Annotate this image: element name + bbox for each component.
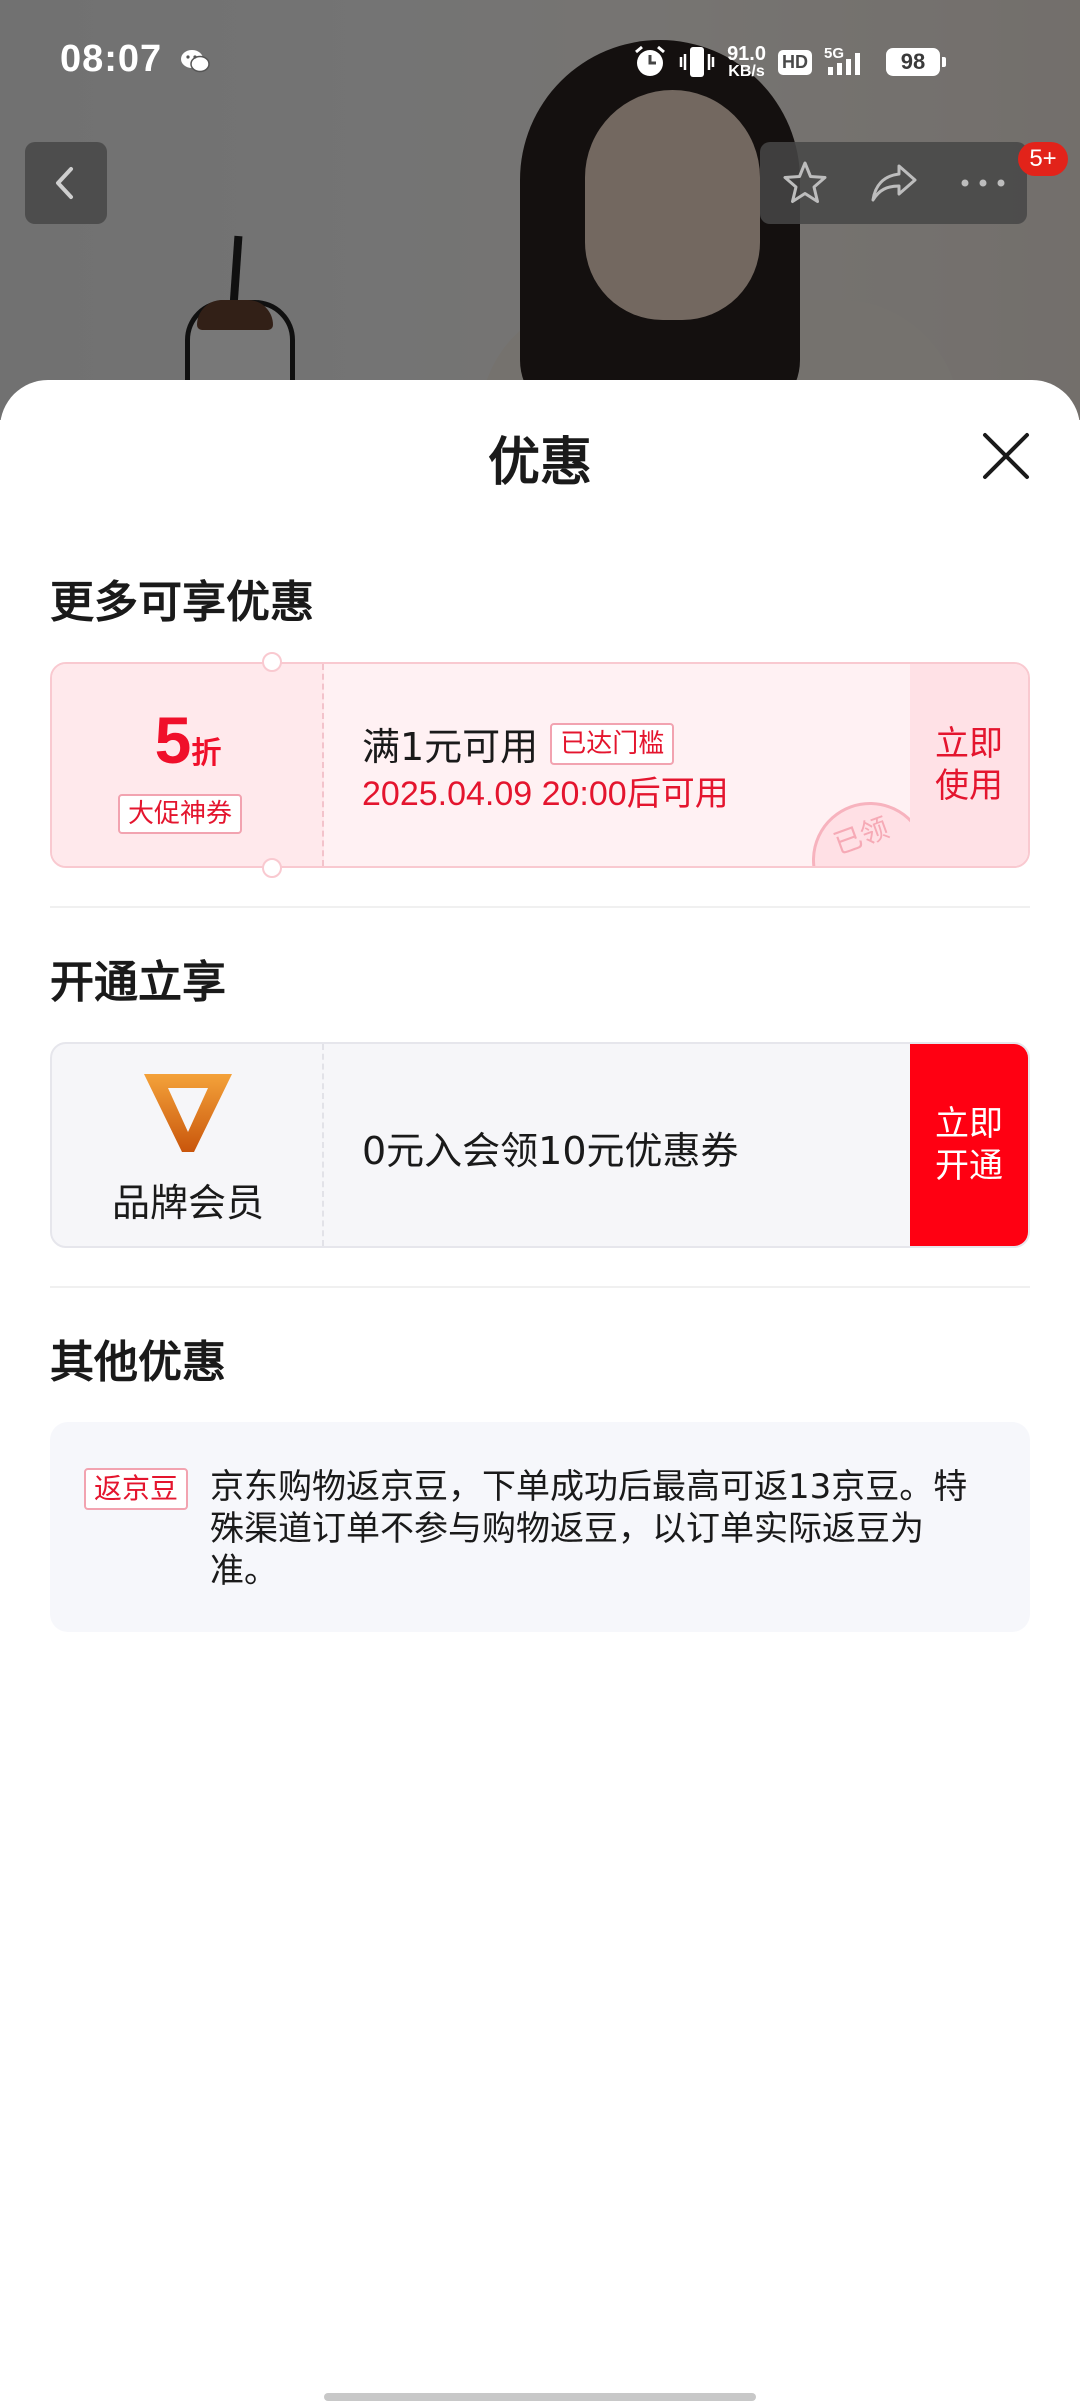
star-icon [783, 161, 826, 203]
coupon-condition: 满1元可用 已达门槛 [362, 716, 675, 771]
wechat-icon [181, 50, 210, 73]
member-label: 品牌会员 [111, 1181, 264, 1225]
coupon-discount: 5折 [52, 702, 324, 778]
network-signal: 5G [824, 45, 874, 77]
member-card[interactable]: 品牌会员 0元入会领10元优惠券 立即 开通 [50, 1042, 1030, 1248]
join-member-label-1: 立即 [935, 1104, 1003, 1144]
member-brand-panel: 品牌会员 [52, 1044, 324, 1246]
join-member-button[interactable]: 立即 开通 [910, 1044, 1028, 1246]
alarm-icon [635, 45, 666, 76]
share-button[interactable] [859, 148, 929, 218]
other-offer-box: 返京豆 京东购物返京豆，下单成功后最高可返13京豆。特殊渠道订单不参与购物返豆，… [50, 1422, 1030, 1632]
status-icons: 91.0 KB/s HD 5G 98 [633, 42, 946, 82]
jingdou-description: 京东购物返京豆，下单成功后最高可返13京豆。特殊渠道订单不参与购物返豆，以订单实… [210, 1467, 968, 1591]
coupon-discount-value: 5 [154, 703, 192, 777]
discount-sheet: 优惠 更多可享优惠 5折 大促神券 满1元可用 已达门槛 2025.04.09 … [0, 380, 1080, 2408]
favorite-button[interactable] [770, 148, 840, 218]
threshold-reached-tag: 已达门槛 [550, 722, 675, 765]
chevron-left-icon [56, 167, 73, 199]
net-speed-value: 91.0 [727, 43, 766, 65]
section-title-open: 开通立享 [50, 957, 226, 1008]
home-indicator[interactable] [324, 2393, 756, 2401]
hd-badge: HD [778, 49, 812, 75]
use-coupon-button[interactable]: 立即 使用 [910, 664, 1028, 866]
coupon-card[interactable]: 5折 大促神券 满1元可用 已达门槛 2025.04.09 20:00后可用 已… [50, 662, 1030, 868]
use-coupon-label-1: 立即 [935, 724, 1003, 764]
close-button[interactable] [975, 425, 1037, 487]
close-icon [983, 433, 1029, 479]
more-button[interactable] [948, 148, 1018, 218]
section-title-more: 更多可享优惠 [50, 577, 314, 628]
use-coupon-label-2: 使用 [935, 766, 1003, 806]
net-speed-unit: KB/s [728, 63, 765, 80]
coupon-type-tag: 大促神券 [118, 794, 243, 834]
coupon-value-panel: 5折 大促神券 [52, 664, 324, 866]
cart-count-badge: 5+ [1018, 142, 1068, 176]
brand-v-logo-icon [144, 1074, 232, 1152]
status-bar: 08:07 91.0 KB/s HD 5G 98 [0, 0, 1080, 120]
coupon-discount-unit: 折 [191, 736, 222, 771]
member-description: 0元入会领10元优惠券 [362, 1129, 739, 1173]
coupon-notch-top [262, 652, 282, 672]
battery-indicator: 98 [886, 48, 946, 76]
back-button[interactable] [25, 142, 107, 224]
share-icon [871, 164, 916, 202]
divider [50, 1286, 1030, 1288]
more-icon [961, 179, 1004, 187]
divider [50, 906, 1030, 908]
join-member-label-2: 开通 [935, 1146, 1003, 1186]
status-time: 08:07 [60, 38, 163, 80]
signal-bars-icon [828, 53, 860, 75]
sheet-title: 优惠 [487, 433, 592, 493]
section-title-other: 其他优惠 [50, 1337, 226, 1388]
coupon-notch-bottom [262, 858, 282, 878]
jingdou-tag: 返京豆 [84, 1468, 189, 1510]
coupon-condition-text: 满1元可用 [362, 725, 539, 769]
top-actions-bar [760, 142, 1027, 224]
net-speed: 91.0 KB/s [727, 43, 766, 80]
coupon-valid-time: 2025.04.09 20:00后可用 [362, 775, 729, 813]
vibrate-icon [679, 47, 715, 77]
